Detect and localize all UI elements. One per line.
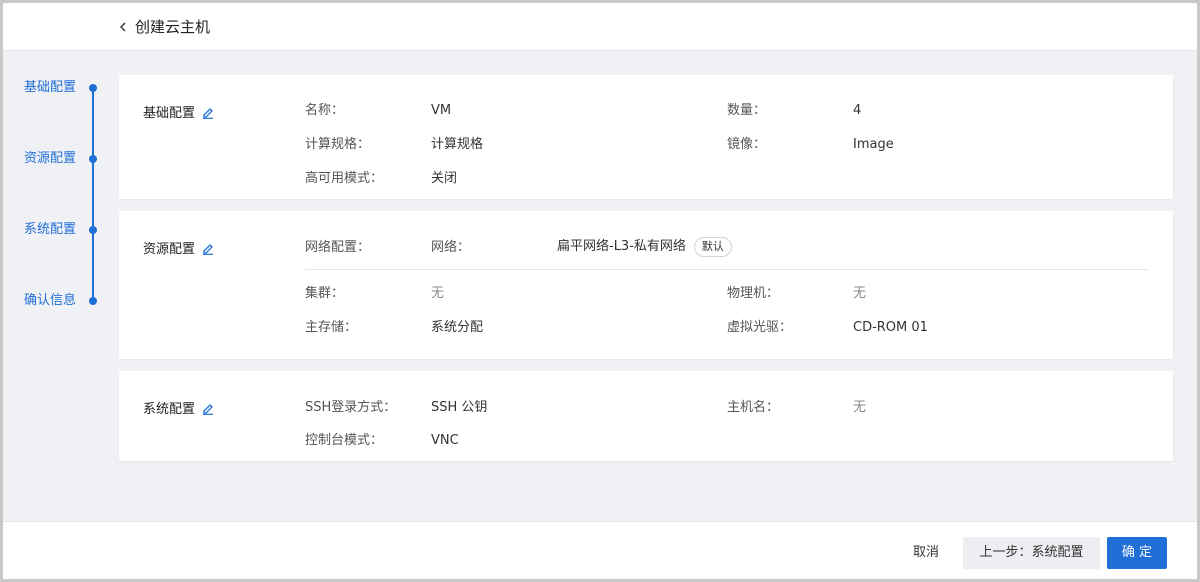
ssh-value: SSH 公钥 <box>431 400 488 415</box>
image-value: Image <box>853 137 894 152</box>
name-value: VM <box>431 103 452 118</box>
system-config-card: 系统配置 SSH登录方式： SSH 公钥 主机名： 无 控制台模式： VNC <box>119 371 1173 461</box>
default-badge: 默认 <box>693 237 732 257</box>
step-label: 基础配置 <box>24 80 77 95</box>
page-header: 创建云主机 <box>3 3 1197 51</box>
previous-step-button[interactable]: 上一步：系统配置 <box>963 537 1100 569</box>
back-button[interactable]: 创建云主机 <box>117 17 210 37</box>
step-system[interactable]: 系统配置 <box>3 220 103 240</box>
step-label: 系统配置 <box>24 222 77 237</box>
step-line <box>92 87 94 299</box>
card-title-text: 资源配置 <box>143 242 196 257</box>
app-frame: 创建云主机 基础配置 资源配置 系统配置 确认信息 基础配置 名称： VM 数量… <box>0 0 1200 582</box>
image-label: 镜像： <box>727 137 767 152</box>
step-resource[interactable]: 资源配置 <box>3 149 103 169</box>
card-title-text: 基础配置 <box>143 106 196 121</box>
network-label: 网络： <box>431 240 471 255</box>
storage-label: 主存储： <box>305 320 358 335</box>
console-value: VNC <box>431 433 459 448</box>
card-title-text: 系统配置 <box>143 402 196 417</box>
hostname-value: 无 <box>853 400 867 415</box>
cdrom-label: 虚拟光驱： <box>727 320 793 335</box>
edit-icon[interactable] <box>201 105 215 119</box>
spec-label: 计算规格： <box>305 137 371 152</box>
network-value: 扁平网络-L3-私有网络 <box>557 239 686 254</box>
chevron-left-icon <box>117 17 131 37</box>
ha-value: 关闭 <box>431 171 458 186</box>
step-confirm[interactable]: 确认信息 <box>3 291 103 311</box>
resource-config-card: 资源配置 网络配置： 网络： 扁平网络-L3-私有网络 默认 集群： 无 物理机… <box>119 211 1173 359</box>
console-label: 控制台模式： <box>305 433 384 448</box>
cluster-label: 集群： <box>305 286 345 301</box>
storage-value: 系统分配 <box>431 320 484 335</box>
host-label: 物理机： <box>727 286 780 301</box>
host-value: 无 <box>853 286 867 301</box>
step-label: 资源配置 <box>24 151 77 166</box>
page-title: 创建云主机 <box>135 18 211 36</box>
edit-icon[interactable] <box>201 241 215 255</box>
edit-icon[interactable] <box>201 401 215 415</box>
hostname-label: 主机名： <box>727 400 780 415</box>
step-basic[interactable]: 基础配置 <box>3 78 103 98</box>
basic-config-card: 基础配置 名称： VM 数量： 4 计算规格： 计算规格 镜像： Image 高… <box>119 75 1173 199</box>
ssh-label: SSH登录方式： <box>305 400 397 415</box>
cancel-button[interactable]: 取消 <box>901 537 951 569</box>
step-label: 确认信息 <box>24 293 77 308</box>
confirm-button[interactable]: 确 定 <box>1107 537 1167 569</box>
step-dot <box>89 84 97 92</box>
cdrom-value: CD-ROM 01 <box>853 320 928 335</box>
network-config-label: 网络配置： <box>305 240 371 255</box>
cluster-value: 无 <box>431 286 445 301</box>
basic-config-title: 基础配置 <box>143 102 215 121</box>
ha-label: 高可用模式： <box>305 171 384 186</box>
spec-value: 计算规格 <box>431 137 484 152</box>
footer-bar: 取消 上一步：系统配置 确 定 <box>3 521 1197 579</box>
step-dot <box>89 155 97 163</box>
count-value: 4 <box>853 103 862 118</box>
step-dot <box>89 226 97 234</box>
resource-config-title: 资源配置 <box>143 238 215 257</box>
network-value-group: 扁平网络-L3-私有网络 默认 <box>557 237 732 257</box>
name-label: 名称： <box>305 103 345 118</box>
count-label: 数量： <box>727 103 767 118</box>
divider <box>305 269 1149 270</box>
step-dot <box>89 297 97 305</box>
step-nav: 基础配置 资源配置 系统配置 确认信息 <box>3 51 113 351</box>
system-config-title: 系统配置 <box>143 398 215 417</box>
